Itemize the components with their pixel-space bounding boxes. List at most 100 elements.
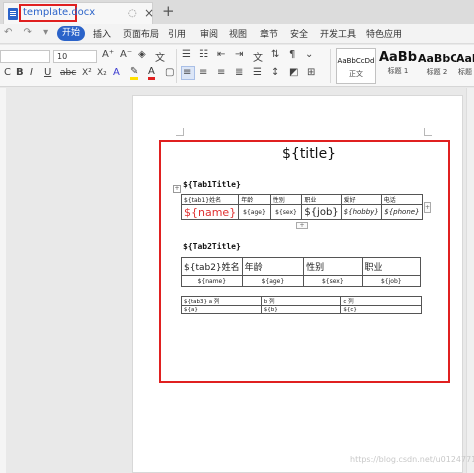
align-right-icon[interactable]: ≡ [217, 67, 225, 78]
style-label: 标题 1 [387, 67, 409, 75]
font-size-dropdown[interactable]: 10 [53, 50, 97, 63]
table-cell[interactable]: ${tab3} a 列 [181, 296, 262, 306]
table-cell[interactable]: 职业 [361, 257, 422, 276]
watermark: https://blog.csdn.net/u012477144 [350, 455, 474, 464]
highlight-icon[interactable]: ✎ [130, 67, 139, 80]
table-row: ${name} ${age} ${sex} ${job} ${hobby} ${… [180, 204, 424, 220]
style-heading-1[interactable]: AaBb 标题 1 [378, 48, 418, 84]
bullets-icon[interactable]: ☰ [182, 49, 191, 60]
font-letter[interactable]: C [4, 67, 11, 78]
outdent-icon[interactable]: ⇤ [217, 49, 225, 60]
table-1[interactable]: ${tab1}姓名 年龄 性别 职业 爱好 电话 ${name} ${age} … [180, 194, 424, 220]
table-move-handle-icon[interactable]: + [173, 185, 181, 193]
menu-special-apps[interactable]: 特色应用 [366, 27, 402, 40]
style-normal[interactable]: AaBbCcDd 正文 [336, 48, 376, 84]
document-title[interactable]: ${title} [282, 146, 336, 162]
sort-icon[interactable]: ⇅ [271, 49, 279, 60]
table-cell[interactable]: ${name} [181, 275, 243, 287]
shrink-font-icon[interactable]: A⁻ [120, 49, 132, 60]
table-cell[interactable]: 电话 [380, 194, 424, 205]
table-cell[interactable]: ${age} [241, 275, 305, 287]
table-cell[interactable]: 年龄 [238, 194, 271, 205]
menu-references[interactable]: 引用 [168, 27, 186, 40]
phonetic-icon[interactable]: 文 [155, 49, 165, 64]
bold-button[interactable]: B [16, 67, 24, 78]
table-2[interactable]: ${tab2}姓名 年龄 性别 职业 ${name} ${age} ${sex}… [181, 257, 422, 287]
vertical-scrollbar[interactable] [466, 88, 474, 473]
subscript-icon[interactable]: X₂ [97, 68, 107, 78]
undo-redo-icons[interactable]: ↶ ↷ ▾ [4, 27, 52, 38]
table-3[interactable]: ${tab3} a 列 b 列 c 列 ${a} ${b} ${c} [181, 296, 422, 314]
table-cell[interactable]: ${age} [238, 204, 271, 220]
align-center-icon[interactable]: ≡ [199, 67, 207, 78]
menu-bar: ↶ ↷ ▾ 开始 插入 页面布局 引用 审阅 视图 章节 安全 开发工具 特色应… [0, 24, 474, 44]
table-cell[interactable]: ${sex} [269, 204, 303, 220]
char-border-icon[interactable]: ▢ [165, 67, 174, 78]
table-cell[interactable]: ${name} [180, 204, 240, 220]
style-sample: Aal [456, 52, 474, 65]
table-cell[interactable]: 性别 [303, 257, 363, 276]
style-title[interactable]: Aal 标题 [456, 48, 474, 84]
table-cell[interactable]: ${sex} [303, 275, 363, 287]
menu-section[interactable]: 章节 [260, 27, 278, 40]
distributed-icon[interactable]: ☰ [253, 67, 262, 78]
font-name-dropdown[interactable] [0, 50, 50, 63]
more-icon[interactable]: ⌄ [305, 49, 313, 60]
close-icon[interactable]: × [144, 6, 154, 20]
text-effect-icon[interactable]: A [113, 67, 120, 78]
table-cell[interactable]: 年龄 [241, 257, 305, 276]
italic-button[interactable]: I [30, 67, 33, 78]
menu-developer[interactable]: 开发工具 [320, 27, 356, 40]
superscript-icon[interactable]: X² [82, 68, 92, 78]
table-cell[interactable]: ${c} [340, 305, 422, 314]
font-color-icon[interactable]: A [148, 67, 155, 80]
menu-review[interactable]: 审阅 [200, 27, 218, 40]
menu-insert[interactable]: 插入 [93, 27, 111, 40]
add-column-icon[interactable]: + [424, 202, 431, 213]
tab-title[interactable]: template.docx [23, 7, 95, 18]
ribbon-divider [176, 49, 177, 83]
show-marks-icon[interactable]: ¶ [289, 49, 295, 60]
style-sample: AaBbCcDd [337, 57, 375, 65]
style-heading-2[interactable]: AaBbC 标题 2 [418, 48, 456, 84]
table-cell[interactable]: ${tab1}姓名 [180, 194, 240, 205]
table-cell[interactable]: b 列 [260, 296, 342, 306]
grow-font-icon[interactable]: A⁺ [102, 49, 114, 60]
chinese-layout-icon[interactable]: 文 [253, 49, 263, 64]
table-cell[interactable]: ${a} [181, 305, 262, 314]
table-cell[interactable]: ${tab2}姓名 [181, 257, 243, 276]
menu-view[interactable]: 视图 [229, 27, 247, 40]
new-tab-icon[interactable]: + [162, 2, 175, 20]
menu-start[interactable]: 开始 [57, 26, 85, 41]
table-cell[interactable]: 性别 [269, 194, 303, 205]
table-cell[interactable]: ${phone} [380, 204, 424, 220]
table-cell[interactable]: ${hobby} [340, 204, 382, 220]
margin-corner-mark [424, 128, 432, 136]
table-cell[interactable]: 爱好 [340, 194, 382, 205]
justify-icon[interactable]: ≣ [235, 67, 243, 78]
numbering-icon[interactable]: ☷ [199, 49, 208, 60]
line-spacing-icon[interactable]: ↕ [271, 67, 279, 78]
borders-icon[interactable]: ⊞ [307, 67, 315, 78]
table-cell[interactable]: c 列 [340, 296, 422, 306]
tab-status-icon: ◌ [128, 8, 137, 19]
table-cell[interactable]: ${job} [361, 275, 422, 287]
style-sample: AaBb [378, 50, 418, 65]
title-bar: template.docx ◌ × + [0, 0, 474, 24]
menu-security[interactable]: 安全 [290, 27, 308, 40]
table-cell[interactable]: ${b} [260, 305, 342, 314]
table-cell[interactable]: 职业 [301, 194, 342, 205]
table-row: ${a} ${b} ${c} [181, 305, 422, 314]
ribbon: 10 A⁺ A⁻ ◈ 文 C B I U abc X² X₂ A ✎ A ▢ ☰… [0, 45, 474, 87]
indent-icon[interactable]: ⇥ [235, 49, 243, 60]
table-cell[interactable]: ${job} [301, 204, 342, 220]
clear-format-icon[interactable]: ◈ [138, 49, 146, 60]
underline-button[interactable]: U [44, 67, 51, 78]
menu-page-layout[interactable]: 页面布局 [123, 27, 159, 40]
table2-title[interactable]: ${Tab2Title} [183, 242, 241, 251]
add-row-icon[interactable]: + [296, 222, 308, 229]
table1-title[interactable]: ${Tab1Title} [183, 180, 241, 189]
document-tab[interactable]: template.docx ◌ × [3, 2, 154, 24]
shading-icon[interactable]: ◩ [289, 67, 298, 78]
strikethrough-button[interactable]: abc [60, 68, 76, 78]
